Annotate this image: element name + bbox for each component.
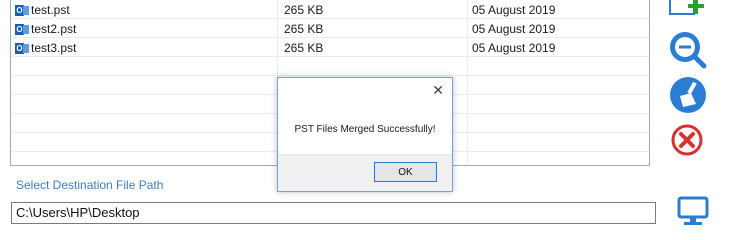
close-icon[interactable]: ✕ xyxy=(432,82,444,99)
table-row[interactable]: O test.pst 265 KB 05 August 2019 xyxy=(11,2,649,19)
file-size: 265 KB xyxy=(284,22,324,36)
table-row[interactable]: O test2.pst 265 KB 05 August 2019 xyxy=(11,21,649,38)
remove-icon xyxy=(671,124,703,156)
outlook-pst-icon: O xyxy=(15,42,29,55)
file-date: 05 August 2019 xyxy=(472,3,556,17)
empty-row xyxy=(11,59,649,76)
file-date: 05 August 2019 xyxy=(472,22,556,36)
file-size: 265 KB xyxy=(284,41,324,55)
add-icon xyxy=(669,0,704,15)
file-name: test3.pst xyxy=(31,41,77,55)
ok-button[interactable]: OK xyxy=(374,162,437,182)
destination-path-label: Select Destination File Path xyxy=(16,178,164,192)
dialog-footer: OK xyxy=(278,154,452,191)
dialog-message: PST Files Merged Successfully! xyxy=(294,124,436,135)
add-files-button[interactable] xyxy=(668,0,706,20)
file-date: 05 August 2019 xyxy=(472,41,556,55)
outlook-pst-icon: O xyxy=(15,23,29,36)
destination-path-input[interactable]: C:\Users\HP\Desktop xyxy=(11,202,656,224)
outlook-pst-icon: O xyxy=(15,4,29,17)
clean-button[interactable] xyxy=(669,76,707,114)
success-dialog: ✕ PST Files Merged Successfully! OK xyxy=(277,77,453,192)
search-icon xyxy=(670,32,707,69)
search-button[interactable] xyxy=(668,30,708,70)
remove-button[interactable] xyxy=(670,123,704,157)
table-row[interactable]: O test3.pst 265 KB 05 August 2019 xyxy=(11,40,649,57)
browse-destination-button[interactable] xyxy=(676,196,710,228)
broom-icon xyxy=(670,77,706,113)
file-name: test.pst xyxy=(31,3,70,17)
file-name: test2.pst xyxy=(31,22,77,36)
file-size: 265 KB xyxy=(284,3,324,17)
monitor-icon xyxy=(677,196,709,225)
